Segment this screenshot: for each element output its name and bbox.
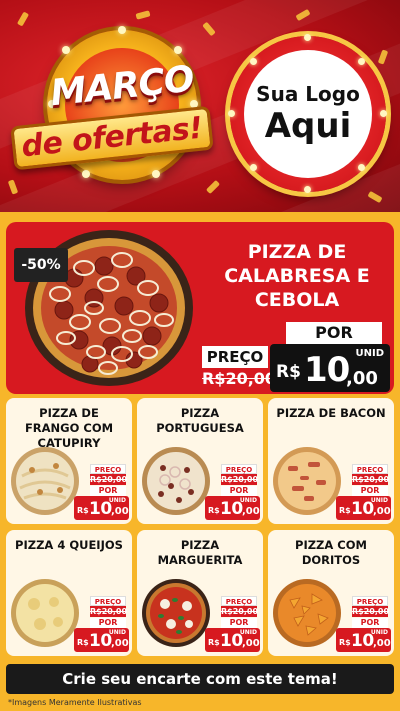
old-price: R$20,00	[352, 606, 390, 617]
preco-label: PREÇO	[352, 596, 388, 606]
quatro-queijos-pizza-image	[11, 579, 79, 647]
marguerita-pizza-image	[142, 579, 210, 647]
preco-label: PREÇO	[221, 464, 257, 474]
price-decimal: ,00	[242, 638, 260, 649]
product-name: PIZZA MARGUERITA	[157, 538, 243, 567]
logo-circle: Sua Logo Aqui	[244, 50, 372, 178]
price-tag: UNID R$ 10 ,00	[74, 496, 129, 520]
product-name: PIZZA DE FRANGO COM CATUPIRY	[24, 406, 114, 450]
offers-area: -50% PIZZA DE CALABRESA E CEBOLA POR PRE…	[0, 212, 400, 711]
price-integer: 10	[89, 631, 112, 651]
por-label: POR	[90, 618, 126, 628]
logo-text-line2: Aqui	[264, 106, 352, 146]
por-label: POR	[286, 322, 382, 344]
logo-text-line1: Sua Logo	[256, 82, 360, 106]
light-bulb	[82, 170, 90, 178]
cta-banner[interactable]: Crie seu encarte com este tema!	[6, 664, 394, 694]
light-bulb	[250, 164, 257, 171]
featured-offer-card[interactable]: -50% PIZZA DE CALABRESA E CEBOLA POR PRE…	[6, 222, 394, 394]
discount-badge: -50%	[14, 248, 68, 282]
price-decimal: ,00	[242, 506, 260, 517]
light-bulb	[380, 110, 387, 117]
light-bulb	[358, 164, 365, 171]
price-decimal: ,00	[373, 506, 391, 517]
price-decimal: ,00	[346, 368, 378, 389]
light-bulb	[152, 170, 160, 178]
currency-symbol: R$	[339, 506, 351, 515]
por-label: POR	[352, 486, 388, 496]
light-bulb	[118, 26, 126, 34]
currency-symbol: R$	[208, 506, 220, 515]
por-label: POR	[352, 618, 388, 628]
confetti	[135, 10, 151, 20]
preco-label: PREÇO	[221, 596, 257, 606]
currency-symbol: R$	[77, 506, 89, 515]
promo-badge: MARÇO de ofertas!	[10, 26, 214, 190]
offer-card[interactable]: PIZZA MARGUERITA PREÇO R$20,00 POR UNID …	[137, 530, 263, 656]
old-price: R$20,00	[90, 606, 128, 617]
price-decimal: ,00	[111, 638, 129, 649]
product-name: PIZZA DE BACON	[276, 406, 386, 420]
product-name: PIZZA 4 QUEIJOS	[15, 538, 123, 552]
confetti	[16, 11, 30, 27]
frango-pizza-image	[11, 447, 79, 515]
price-integer: 10	[304, 350, 350, 390]
product-name: PIZZA PORTUGUESA	[156, 406, 244, 435]
currency-symbol: R$	[77, 638, 89, 647]
flyer-page: MARÇO de ofertas! Sua Logo Aqui -50% PIZ…	[0, 0, 400, 711]
old-price: R$20,00	[221, 474, 259, 485]
price-tag: UNID R$ 10 ,00	[336, 628, 391, 652]
disclaimer-text: *Imagens Meramente Ilustrativas	[8, 698, 142, 707]
light-bulb	[228, 110, 235, 117]
preco-label: PREÇO	[202, 346, 268, 368]
price-decimal: ,00	[111, 506, 129, 517]
price-tag: UNID R$ 10 ,00	[74, 628, 129, 652]
por-label: POR	[90, 486, 126, 496]
preco-label: PREÇO	[90, 596, 126, 606]
currency-symbol: R$	[208, 638, 220, 647]
light-bulb	[304, 186, 311, 193]
price-integer: 10	[351, 499, 374, 519]
price-tag: UNID R$ 10 ,00	[205, 628, 260, 652]
offer-card[interactable]: PIZZA COM DORITOS PREÇO R$20,00 POR UNID…	[268, 530, 394, 656]
old-price: R$20,00	[90, 474, 128, 485]
offer-card[interactable]: PIZZA 4 QUEIJOS PREÇO R$20,00 POR UNID R…	[6, 530, 132, 656]
offer-card[interactable]: PIZZA PORTUGUESA PREÇO R$20,00 POR UNID …	[137, 398, 263, 524]
old-price: R$20,00	[352, 474, 390, 485]
light-bulb	[304, 34, 311, 41]
unid-label: UNID	[355, 348, 384, 359]
currency-symbol: R$	[339, 638, 351, 647]
promo-subtitle: de ofertas!	[19, 110, 205, 165]
old-price: R$20,00	[221, 606, 259, 617]
bacon-pizza-image	[273, 447, 341, 515]
price-decimal: ,00	[373, 638, 391, 649]
price-integer: 10	[220, 499, 243, 519]
header-banner: MARÇO de ofertas! Sua Logo Aqui	[0, 0, 400, 212]
light-bulb	[358, 58, 365, 65]
product-name: PIZZA COM DORITOS	[295, 538, 367, 567]
confetti	[7, 179, 19, 195]
featured-price-tag: UNID R$ 10 ,00	[270, 344, 390, 392]
portuguesa-pizza-image	[142, 447, 210, 515]
por-label: POR	[221, 486, 257, 496]
old-price: R$20,00	[202, 368, 277, 390]
light-bulb	[250, 58, 257, 65]
preco-label: PREÇO	[352, 464, 388, 474]
price-integer: 10	[220, 631, 243, 651]
featured-product-name: PIZZA DE CALABRESA E CEBOLA	[224, 241, 370, 311]
currency-symbol: R$	[276, 362, 301, 382]
light-bulb	[174, 46, 182, 54]
por-label: POR	[221, 618, 257, 628]
offer-card[interactable]: PIZZA DE BACON PREÇO R$20,00 POR UNID R$…	[268, 398, 394, 524]
price-integer: 10	[89, 499, 112, 519]
logo-placeholder: Sua Logo Aqui	[228, 34, 387, 193]
doritos-pizza-image	[273, 579, 341, 647]
light-bulb	[62, 46, 70, 54]
price-tag: UNID R$ 10 ,00	[336, 496, 391, 520]
price-integer: 10	[351, 631, 374, 651]
offer-card[interactable]: PIZZA DE FRANGO COM CATUPIRY PREÇO R$20,…	[6, 398, 132, 524]
preco-label: PREÇO	[90, 464, 126, 474]
price-tag: UNID R$ 10 ,00	[205, 496, 260, 520]
